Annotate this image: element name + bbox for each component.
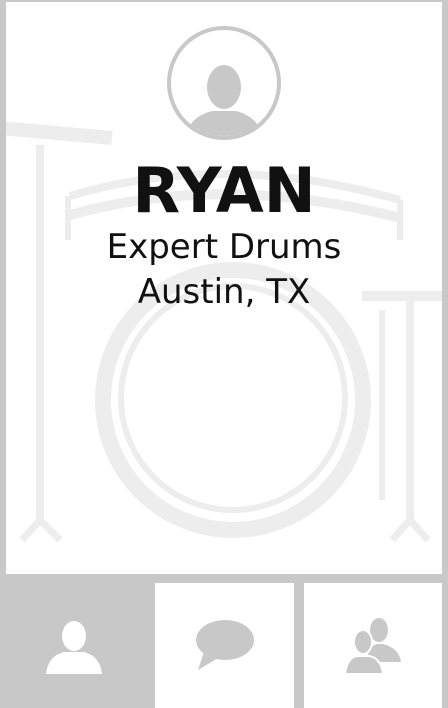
user-avatar-icon (167, 26, 281, 140)
bottom-tab-bar (0, 583, 448, 708)
profile-name: RYAN (132, 154, 316, 227)
chat-bubble-icon (195, 619, 254, 670)
user-icon (45, 620, 102, 674)
tab-profile[interactable] (0, 583, 147, 708)
users-icon (343, 617, 401, 675)
profile-card: RYAN Expert Drums Austin, TX (6, 2, 442, 574)
profile-skill: Expert Drums (106, 227, 342, 267)
tab-messages[interactable] (155, 583, 294, 708)
profile-location: Austin, TX (137, 272, 311, 312)
tab-friends[interactable] (304, 583, 442, 708)
